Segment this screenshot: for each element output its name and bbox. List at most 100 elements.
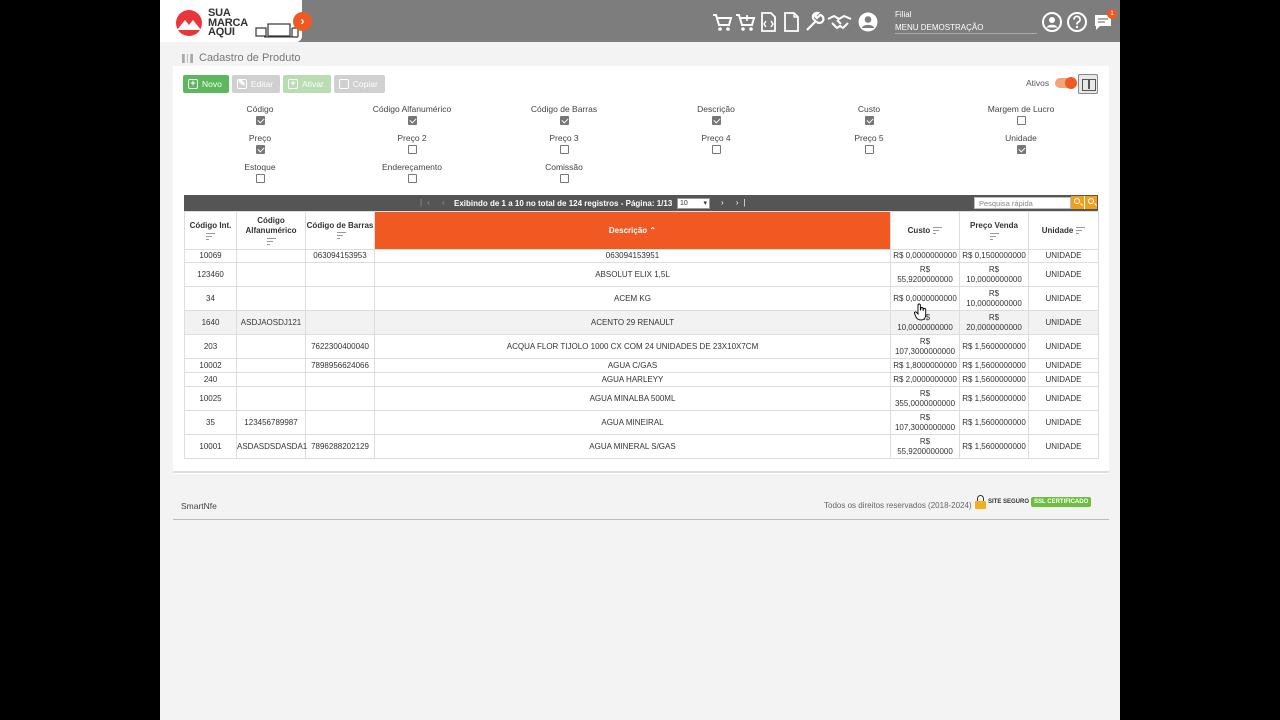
logo[interactable]: SUA MARCA AQUI [160,0,302,42]
new-button[interactable]: + Novo [183,75,229,93]
column-option[interactable]: Comissão [504,162,624,183]
filial-selector[interactable]: Filial MENU DEMOSTRAÇÃO [895,10,1037,34]
checkbox[interactable] [255,116,265,125]
filial-value[interactable]: MENU DEMOSTRAÇÃO [895,23,1037,34]
table-row[interactable]: 35 123456789987 AGUA MINEIRAL R$ 107,300000… [184,410,1099,435]
table-row[interactable]: 10002 7898956624066 AGUA C/GAS R$ 1,8000000… [184,358,1099,373]
activate-button[interactable]: + Ativar [283,75,331,93]
column-option[interactable]: Código Alfanumérico [352,104,472,125]
column-header-codigo-barras[interactable]: Código de Barras [305,211,375,250]
column-option[interactable]: Preço 2 [352,133,472,154]
barcode-icon [182,53,193,63]
copy-button[interactable]: Copiar [333,75,385,93]
table-cell: R$ 1,5600000000 [959,358,1029,373]
column-option[interactable]: Preço 4 [656,133,776,154]
code-file-icon[interactable] [757,11,779,33]
edit-button[interactable]: ✎ Editar [231,75,281,93]
table-cell [305,372,375,387]
checkbox[interactable] [255,145,265,154]
table-cell: UNIDADE [1028,262,1099,287]
checkbox[interactable] [559,174,569,183]
columns-layout-button[interactable] [1078,74,1098,94]
table-cell: 10002 [184,358,237,373]
table-cell: 7622300400040 [305,334,375,359]
column-header-codigo-int[interactable]: Código Int. [184,211,237,250]
column-header-unidade[interactable]: Unidade [1028,211,1099,250]
user-profile-icon[interactable] [1041,11,1063,33]
menu-toggle-button[interactable]: › [293,12,312,31]
user-circle-icon[interactable] [857,11,879,33]
table-cell: AGUA MINALBA 500ML [374,386,891,411]
table-cell: R$ 1,5600000000 [959,410,1029,435]
table-row[interactable]: 240 AGUA HARLEYY R$ 2,0000000000 R$ 1,56000… [184,372,1099,387]
column-header-descricao[interactable]: Descrição ⌃ [374,211,891,250]
wrench-icon[interactable] [803,11,825,33]
product-panel: + Novo ✎ Editar + Ativar Copiar Ativos C… [173,66,1109,474]
table-cell: 203 [184,334,237,359]
table-row[interactable]: 10001 ASDASDSDASDA1 7896288202129 AGUA MINE… [184,434,1099,459]
checkbox[interactable] [864,145,874,154]
checkbox[interactable] [559,145,569,154]
table-row[interactable]: 1640ASDJAOSDJ121ACENTO 29 RENAULTR$ 10,0… [184,310,1099,335]
table-cell: UNIDADE [1028,358,1099,373]
table-row[interactable]: 34 ACEM KG R$ 0,0000000000 R$ 10,0000000000… [184,286,1099,311]
table-cell: R$ 10,0000000000 [959,262,1029,287]
pager-first-prev[interactable]: |‹ ‹ [420,198,450,207]
product-grid: Código Int. Código Alfanumérico Código d… [184,211,1099,459]
table-cell: UNIDADE [1028,386,1099,411]
grid-pager: |‹ ‹ Exibindo de 1 a 10 no total de 124 … [184,195,1098,211]
table-row[interactable]: 123460 ABSOLUT ELIX 1,5L R$ 55,9200000000 R… [184,262,1099,287]
table-cell: R$ 10,0000000000 [959,286,1029,311]
column-option[interactable]: Descrição [656,104,776,125]
column-option[interactable]: Preço [200,133,320,154]
table-cell: R$ 107,3000000000 [890,410,960,435]
advanced-search-button[interactable] [1084,196,1097,209]
checkbox[interactable] [864,116,874,125]
page-size-select[interactable]: 10 [677,198,710,209]
active-toggle[interactable] [1055,77,1078,89]
column-header-codigo-alfanumerico[interactable]: Código Alfanumérico [236,211,306,250]
column-option[interactable]: Preço 3 [504,133,624,154]
column-option[interactable]: Unidade [961,133,1081,154]
column-option[interactable]: Endereçamento [352,162,472,183]
column-header-preco-venda[interactable]: Preço Venda [959,211,1029,250]
cart-add-icon[interactable] [734,11,756,33]
table-cell [236,386,306,411]
column-option[interactable]: Margem de Lucro [961,104,1081,125]
checkbox[interactable] [711,145,721,154]
checkbox[interactable] [711,116,721,125]
checkbox[interactable] [559,116,569,125]
pager-next-last[interactable]: › ›| [721,198,751,207]
table-row[interactable]: 10025 AGUA MINALBA 500ML R$ 355,0000000000… [184,386,1099,411]
checkbox[interactable] [407,116,417,125]
quick-search-input[interactable]: Pesquisa rápida [974,197,1071,209]
search-button[interactable] [1071,196,1084,209]
table-cell: UNIDADE [1028,286,1099,311]
column-option[interactable]: Custo [809,104,929,125]
table-cell [305,386,375,411]
checkbox[interactable] [1016,145,1026,154]
table-cell: ABSOLUT ELIX 1,5L [374,262,891,287]
handshake-icon[interactable] [827,11,853,33]
column-option[interactable]: Código [200,104,320,125]
checkbox[interactable] [1016,116,1026,125]
table-cell: UNIDADE [1028,249,1099,263]
document-icon[interactable] [780,11,802,33]
column-option[interactable]: Estoque [200,162,320,183]
cart-icon[interactable] [711,11,733,33]
checkbox[interactable] [255,174,265,183]
checkbox[interactable] [407,145,417,154]
table-cell [236,286,306,311]
edit-icon: ✎ [236,78,247,89]
table-row[interactable]: 203 7622300400040 ACQUA FLOR TIJOLO 1000 C… [184,334,1099,359]
table-cell: AGUA C/GAS [374,358,891,373]
table-cell: 240 [184,372,237,387]
column-option[interactable]: Código de Barras [504,104,624,125]
checkbox[interactable] [407,174,417,183]
help-icon[interactable] [1066,11,1088,33]
column-header-custo[interactable]: Custo [890,211,960,250]
table-row[interactable]: 10069 063094153953 063094153951 R$ 0,000000… [184,249,1099,263]
column-option[interactable]: Preço 5 [809,133,929,154]
plus-icon: + [188,79,198,89]
table-cell: R$ 1,5600000000 [959,334,1029,359]
